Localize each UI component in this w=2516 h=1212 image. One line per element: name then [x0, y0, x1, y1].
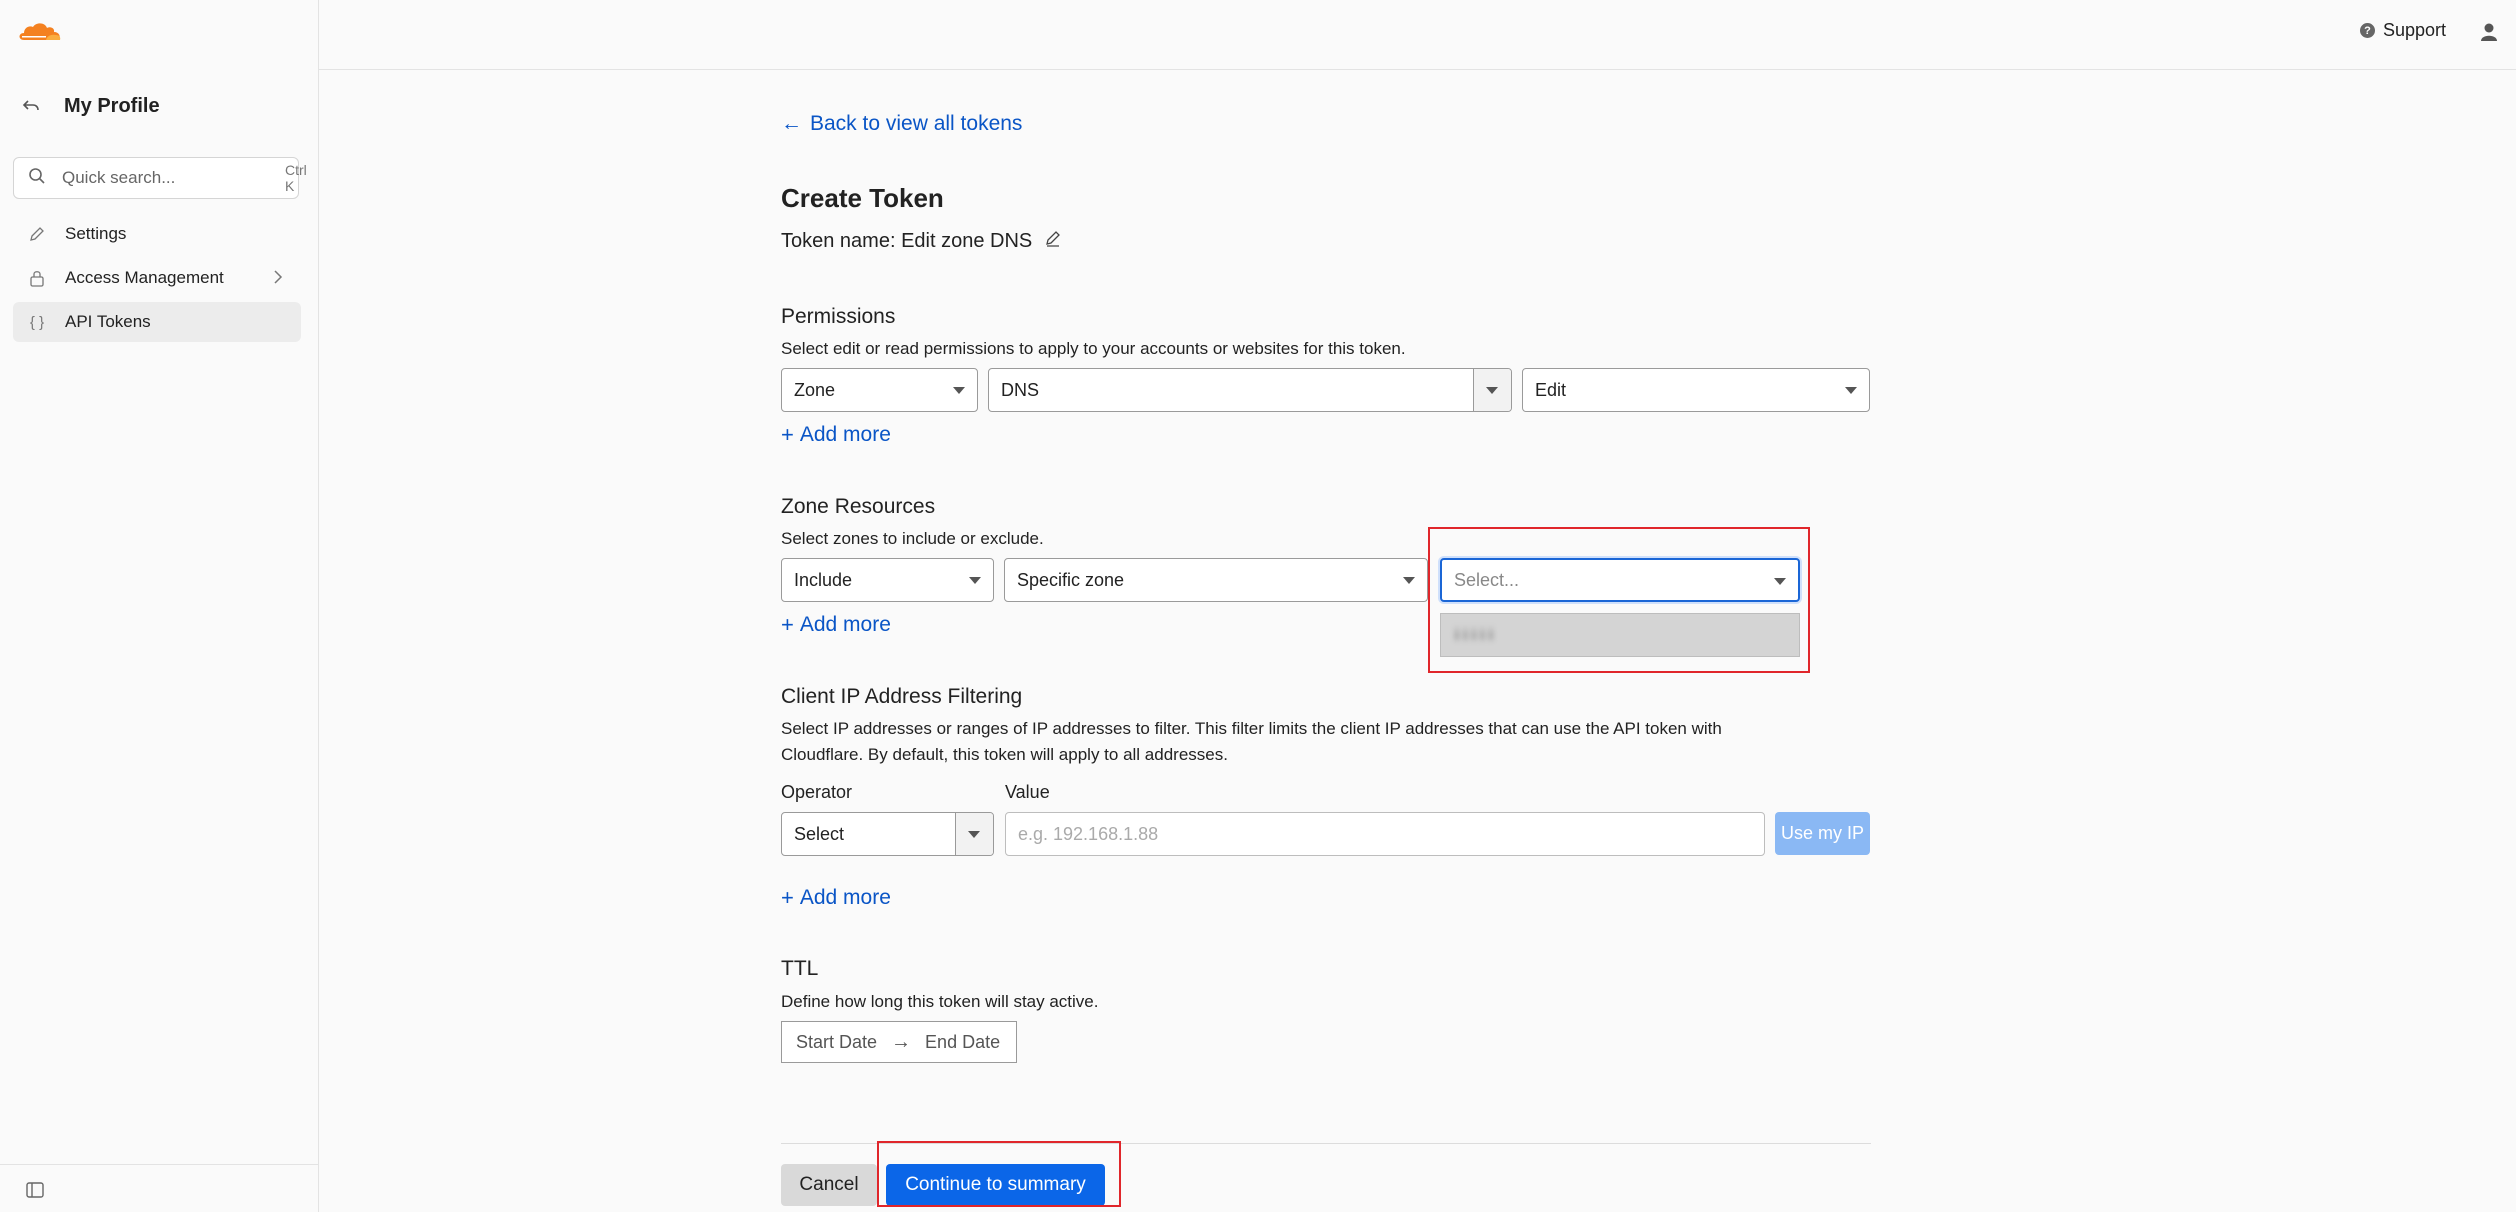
zone-resources-description: Select zones to include or exclude.	[781, 529, 1044, 548]
dropdown-toggle[interactable]	[1473, 369, 1511, 411]
back-arrow-icon[interactable]	[18, 93, 44, 119]
permissions-title: Permissions	[781, 305, 896, 328]
zone-type-select[interactable]: Specific zone	[1004, 558, 1428, 602]
permission-level-value: Edit	[1535, 379, 1567, 400]
caret-down-icon	[1403, 577, 1415, 584]
sidebar-item-label: Settings	[65, 224, 127, 243]
ip-operator-select[interactable]: Select	[781, 812, 994, 856]
operator-label: Operator	[781, 782, 853, 802]
sidebar-item-settings[interactable]: Settings	[13, 214, 301, 254]
search-input[interactable]	[60, 167, 285, 189]
plus-icon: +	[781, 885, 794, 910]
zone-mode-value: Include	[794, 569, 853, 590]
pencil-icon	[27, 224, 47, 244]
zone-mode-select[interactable]: Include	[781, 558, 994, 602]
caret-down-icon	[1774, 578, 1786, 585]
ip-filtering-title: Client IP Address Filtering	[781, 685, 1023, 708]
permission-level-select[interactable]: Edit	[1522, 368, 1870, 412]
back-to-tokens-link[interactable]: ← Back to view all tokens	[781, 112, 1022, 136]
sidebar-item-api-tokens[interactable]: { } API Tokens	[13, 302, 301, 342]
braces-icon: { }	[29, 313, 45, 331]
zone-option-label: i i i i i	[1455, 625, 1493, 644]
token-name-text: Token name: Edit zone DNS	[781, 229, 1033, 252]
sidebar-item-access-management[interactable]: Access Management	[13, 258, 301, 298]
add-more-label: Add more	[799, 886, 891, 909]
permissions-add-more-link[interactable]: + Add more	[781, 422, 891, 448]
profile-header: My Profile	[18, 90, 160, 122]
page-title: Create Token	[781, 183, 944, 213]
back-link-label: Back to view all tokens	[810, 112, 1023, 135]
ip-filtering-description-2: Cloudflare. By default, this token will …	[781, 745, 1228, 764]
ttl-description: Define how long this token will stay act…	[781, 992, 1099, 1011]
profile-title: My Profile	[64, 94, 160, 117]
support-menu[interactable]: ? Support	[2359, 20, 2446, 41]
value-label: Value	[1005, 782, 1050, 802]
end-date-field[interactable]: End Date	[925, 1032, 1000, 1053]
search-shortcut: Ctrl K	[285, 162, 307, 194]
ip-filtering-add-more-link[interactable]: + Add more	[781, 885, 891, 911]
token-name: Token name: Edit zone DNS	[781, 229, 1062, 253]
lock-icon	[27, 268, 47, 288]
permission-scope-value: Zone	[794, 379, 836, 400]
caret-down-icon	[1486, 387, 1498, 394]
permission-scope-select[interactable]: Zone	[781, 368, 978, 412]
ip-filtering-description-1: Select IP addresses or ranges of IP addr…	[781, 719, 1722, 738]
caret-down-icon	[968, 831, 980, 838]
add-more-label: Add more	[799, 613, 891, 636]
ip-value-input[interactable]	[1005, 812, 1765, 856]
sidebar-footer	[0, 1164, 319, 1212]
caret-down-icon	[1845, 387, 1857, 394]
arrow-right-icon: →	[891, 1030, 912, 1053]
chevron-right-icon	[273, 269, 283, 290]
permission-resource-value: DNS	[1001, 379, 1040, 400]
permission-resource-select[interactable]: DNS	[988, 368, 1512, 412]
permissions-description: Select edit or read permissions to apply…	[781, 339, 1406, 358]
caret-down-icon	[953, 387, 965, 394]
cancel-button[interactable]: Cancel	[781, 1164, 877, 1206]
actions-divider	[781, 1143, 1871, 1144]
plus-icon: +	[781, 612, 794, 637]
dropdown-toggle[interactable]	[955, 813, 993, 855]
zone-dropdown-option[interactable]: i i i i i	[1440, 613, 1800, 657]
search-icon	[28, 167, 46, 190]
edit-pencil-icon[interactable]	[1044, 229, 1062, 253]
zone-select-placeholder: Select...	[1454, 569, 1520, 590]
use-my-ip-button[interactable]: Use my IP	[1775, 812, 1870, 855]
zone-resources-title: Zone Resources	[781, 495, 936, 518]
top-bar: ? Support	[319, 0, 2516, 70]
continue-to-summary-button[interactable]: Continue to summary	[886, 1164, 1105, 1206]
sidebar-item-label: API Tokens	[65, 312, 151, 331]
add-more-label: Add more	[799, 423, 891, 446]
zone-type-value: Specific zone	[1017, 569, 1125, 590]
arrow-left-icon: ←	[781, 112, 802, 135]
sidebar-collapse-icon[interactable]	[26, 1182, 44, 1203]
user-icon[interactable]	[2480, 22, 2498, 47]
sidebar: My Profile Ctrl K Settings Access Manage…	[0, 0, 319, 1212]
quick-search[interactable]: Ctrl K	[13, 157, 307, 199]
support-label: Support	[2382, 20, 2446, 40]
start-date-field[interactable]: Start Date	[796, 1032, 877, 1053]
ttl-date-range-picker[interactable]: Start Date → End Date	[781, 1021, 1017, 1063]
sidebar-item-label: Access Management	[65, 268, 224, 287]
zone-select-input[interactable]: Select...	[1440, 558, 1800, 602]
plus-icon: +	[781, 422, 794, 447]
help-icon: ?	[2359, 23, 2375, 38]
ip-operator-value: Select	[794, 823, 845, 844]
zone-resources-add-more-link[interactable]: + Add more	[781, 612, 891, 638]
cloudflare-logo-icon[interactable]	[16, 20, 64, 44]
ttl-title: TTL	[781, 957, 819, 980]
caret-down-icon	[969, 577, 981, 584]
